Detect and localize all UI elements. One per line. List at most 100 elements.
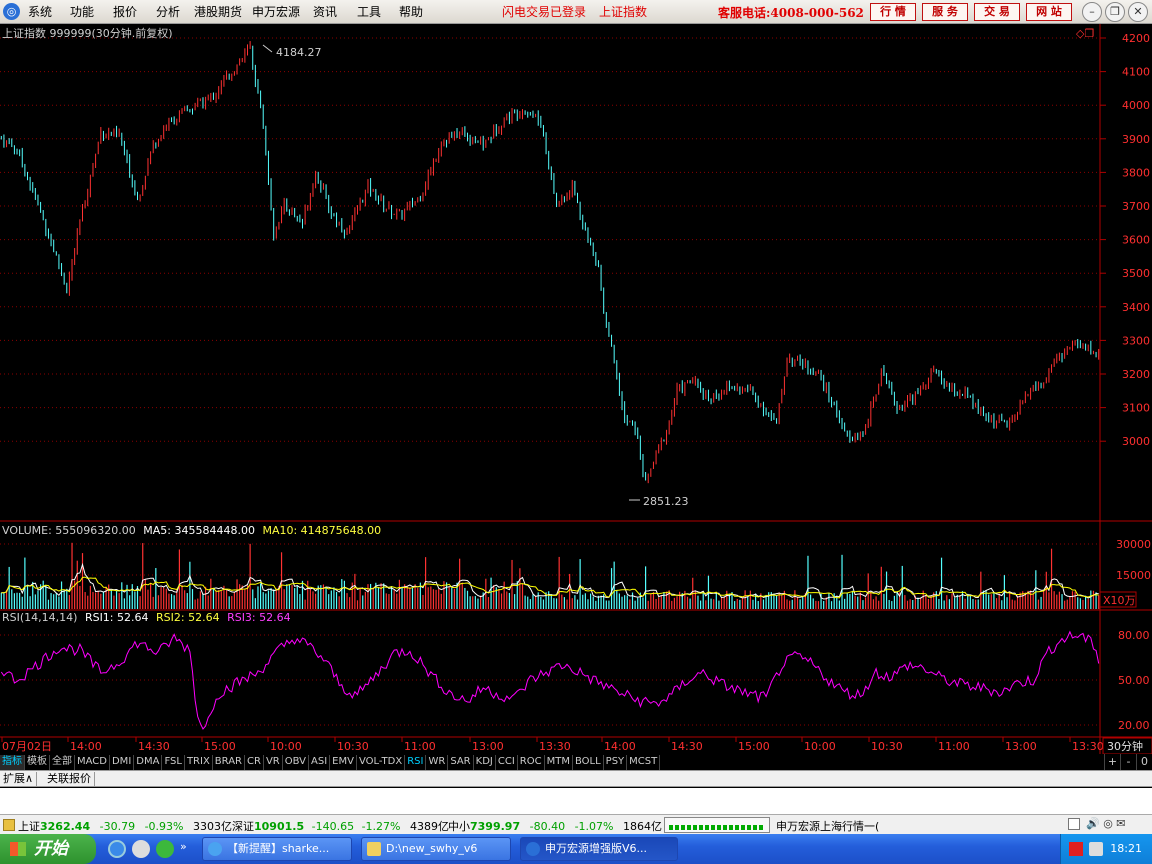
time-label: 13:30 bbox=[539, 740, 571, 753]
rsi-name: RSI(14,14,14) bbox=[2, 611, 77, 624]
indicator-tab-dma[interactable]: DMA bbox=[134, 755, 163, 770]
menu-tools[interactable]: 工具 bbox=[357, 3, 381, 20]
indicator-tab-全部[interactable]: 全部 bbox=[50, 755, 75, 770]
current-index-name[interactable]: 上证指数 bbox=[599, 3, 647, 20]
price-tick: 3400 bbox=[1122, 301, 1150, 314]
indicator-tab-psy[interactable]: PSY bbox=[604, 755, 628, 770]
price-tick: 3200 bbox=[1122, 368, 1150, 381]
trade-button[interactable]: 交 易 bbox=[974, 3, 1020, 21]
indicator-tab-macd[interactable]: MACD bbox=[75, 755, 110, 770]
menu-system[interactable]: 系统 bbox=[28, 3, 52, 20]
chart-toggle-icon[interactable]: ◇❐ bbox=[1076, 27, 1094, 40]
indicator-tab-kdj[interactable]: KDJ bbox=[474, 755, 496, 770]
indicator-tab-rsi[interactable]: RSI bbox=[405, 755, 427, 770]
sme-index-status[interactable]: 中小7399.97 -80.40 -1.07% 1864亿 bbox=[448, 818, 662, 834]
menu-hk-futures[interactable]: 港股期货 bbox=[194, 3, 242, 20]
sh-index-status[interactable]: 上证3262.44 -30.79 -0.93% 3303亿 bbox=[18, 818, 232, 834]
tray-app-icons[interactable]: 🔊 ◎ ✉ bbox=[1086, 817, 1126, 830]
browser-icon bbox=[208, 842, 222, 856]
ie-icon[interactable] bbox=[108, 840, 126, 858]
time-label: 10:00 bbox=[804, 740, 836, 753]
expand-tab[interactable]: 扩展∧ bbox=[0, 772, 38, 786]
volume-ma5: MA5: 345584448.00 bbox=[143, 524, 255, 537]
tray-flag-icon[interactable] bbox=[1069, 842, 1083, 856]
time-label: 11:00 bbox=[938, 740, 970, 753]
indicator-tab-cci[interactable]: CCI bbox=[496, 755, 518, 770]
service-button[interactable]: 服 务 bbox=[922, 3, 968, 21]
app-quicklaunch-icon[interactable] bbox=[156, 840, 174, 858]
indicator-tab-vol-tdx[interactable]: VOL-TDX bbox=[357, 755, 406, 770]
time-label: 14:00 bbox=[604, 740, 636, 753]
indicator-tab-brar[interactable]: BRAR bbox=[213, 755, 245, 770]
menu-news[interactable]: 资讯 bbox=[313, 3, 337, 20]
note-icon[interactable] bbox=[1068, 818, 1080, 830]
rsi-line bbox=[0, 630, 1100, 730]
rsi-tick: 80.00 bbox=[1118, 629, 1150, 642]
indicator-tab-emv[interactable]: EMV bbox=[330, 755, 357, 770]
menu-help[interactable]: 帮助 bbox=[399, 3, 423, 20]
period-selector[interactable]: 30分钟 bbox=[1107, 739, 1143, 753]
price-tick: 4000 bbox=[1122, 99, 1150, 112]
minimize-icon[interactable]: – bbox=[1082, 2, 1102, 22]
zoom-in-button[interactable]: + bbox=[1104, 754, 1120, 770]
related-quotes-tab[interactable]: 关联报价 bbox=[44, 772, 95, 786]
time-label: 07月02日 bbox=[2, 740, 52, 753]
indicator-tab-dmi[interactable]: DMI bbox=[110, 755, 135, 770]
taskbar-item-sharke[interactable]: 【新提醒】sharke... bbox=[202, 837, 352, 861]
indicator-tab-bar: 指标 模板 全部 MACD DMI DMA FSL TRIX BRAR CR VR OBV ASI EMV… bbox=[0, 754, 1152, 770]
rsi-tick: 50.00 bbox=[1118, 674, 1150, 687]
market-breadth-bar bbox=[664, 817, 770, 833]
indicator-tab-obv[interactable]: OBV bbox=[283, 755, 309, 770]
sz-index-status[interactable]: 深证10901.5 -140.65 -1.27% 4389亿 bbox=[232, 818, 449, 834]
price-tick: 4100 bbox=[1122, 66, 1150, 79]
login-status[interactable]: 闪电交易已登录 bbox=[502, 3, 586, 20]
website-button[interactable]: 网 站 bbox=[1026, 3, 1072, 21]
indicator-tab-wr[interactable]: WR bbox=[426, 755, 449, 770]
time-label: 15:00 bbox=[738, 740, 770, 753]
indicator-tab-roc[interactable]: ROC bbox=[518, 755, 545, 770]
expand-quicklaunch-icon[interactable]: » bbox=[180, 840, 187, 853]
chart-area[interactable]: 上证指数 999999(30分钟.前复权) ◇❐ 4184.27 2851.23… bbox=[0, 24, 1152, 754]
menu-analysis[interactable]: 分析 bbox=[156, 3, 180, 20]
close-icon[interactable]: ✕ bbox=[1128, 2, 1148, 22]
menu-swhy[interactable]: 申万宏源 bbox=[252, 3, 300, 20]
zoom-out-button[interactable]: - bbox=[1120, 754, 1136, 770]
tray-network-icon[interactable] bbox=[1089, 842, 1103, 856]
reset-button[interactable]: 0 bbox=[1136, 754, 1152, 770]
indicator-tab-trix[interactable]: TRIX bbox=[185, 755, 213, 770]
volume-value: VOLUME: 555096320.00 bbox=[2, 524, 136, 537]
clock[interactable]: 18:21 bbox=[1110, 842, 1142, 855]
price-tick: 3100 bbox=[1122, 402, 1150, 415]
browser-icon[interactable] bbox=[132, 840, 150, 858]
indicator-tab-mcst[interactable]: MCST bbox=[627, 755, 661, 770]
taskbar-item-swhy[interactable]: 申万宏源增强版V6... bbox=[520, 837, 678, 861]
time-label: 11:00 bbox=[404, 740, 436, 753]
low-price-label: 2851.23 bbox=[643, 495, 689, 508]
indicator-tab-asi[interactable]: ASI bbox=[309, 755, 331, 770]
indicator-tab-指标[interactable]: 指标 bbox=[0, 755, 25, 770]
volume-tick: 30000 bbox=[1116, 538, 1151, 551]
indicator-tab-boll[interactable]: BOLL bbox=[573, 755, 604, 770]
kline-chart[interactable]: 上证指数 999999(30分钟.前复权) ◇❐ 4184.27 2851.23… bbox=[0, 24, 1152, 754]
indicator-tab-模板[interactable]: 模板 bbox=[25, 755, 50, 770]
extension-panel bbox=[0, 788, 1152, 814]
indicator-tab-vr[interactable]: VR bbox=[264, 755, 283, 770]
indicator-tab-cr[interactable]: CR bbox=[245, 755, 264, 770]
market-button[interactable]: 行 情 bbox=[870, 3, 916, 21]
price-tick: 3800 bbox=[1122, 166, 1150, 179]
server-status[interactable]: 申万宏源上海行情一( bbox=[776, 818, 879, 834]
extension-bar: 扩展∧ 关联报价 bbox=[0, 770, 1152, 787]
folder-icon bbox=[367, 842, 381, 856]
taskbar-item-folder[interactable]: D:\new_swhy_v6 bbox=[361, 837, 511, 861]
status-icon[interactable] bbox=[3, 819, 15, 831]
time-label: 13:00 bbox=[1005, 740, 1037, 753]
indicator-tab-fsl[interactable]: FSL bbox=[162, 755, 185, 770]
rsi-header: RSI(14,14,14) RSI1: 52.64 RSI2: 52.64 RS… bbox=[2, 611, 291, 624]
menu-quote[interactable]: 报价 bbox=[113, 3, 137, 20]
restore-icon[interactable]: ❐ bbox=[1105, 2, 1125, 22]
indicator-tab-mtm[interactable]: MTM bbox=[545, 755, 573, 770]
start-button[interactable]: 开始 bbox=[0, 834, 96, 864]
indicator-tab-sar[interactable]: SAR bbox=[448, 755, 474, 770]
high-price-label: 4184.27 bbox=[276, 46, 322, 59]
menu-function[interactable]: 功能 bbox=[70, 3, 94, 20]
